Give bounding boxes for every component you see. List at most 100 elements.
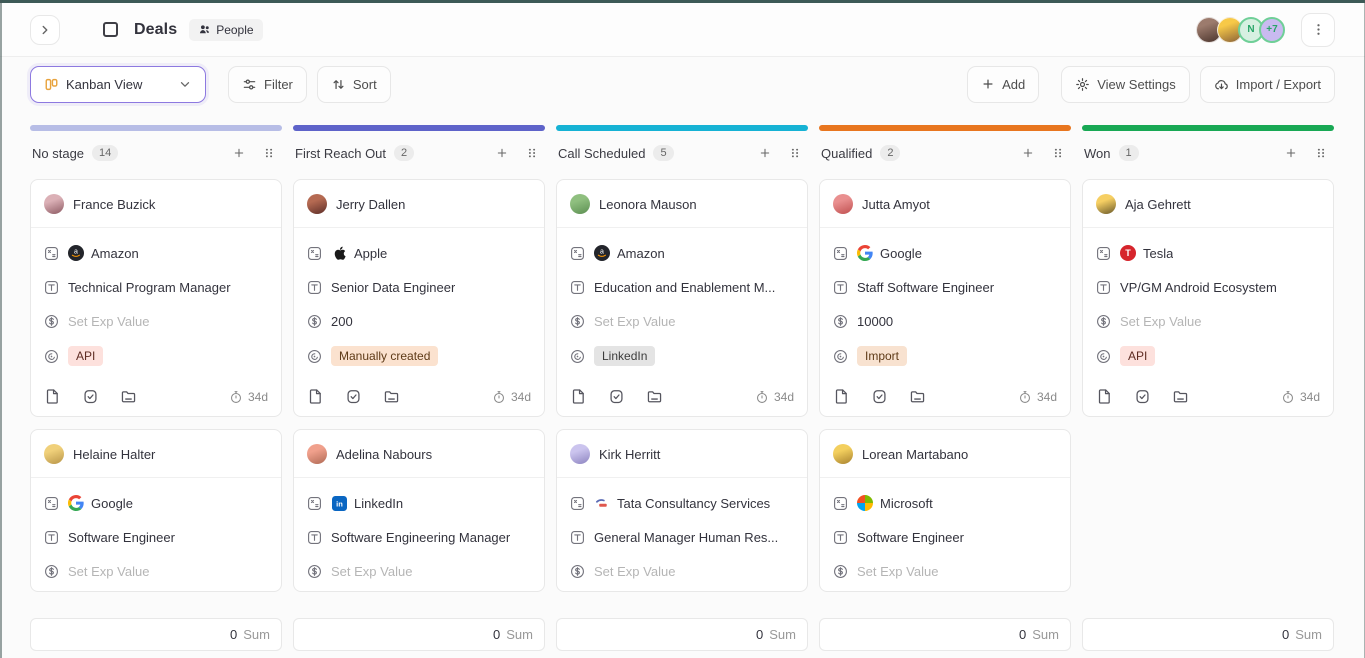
- deal-card[interactable]: Leonora MausonaAmazonEducation and Enabl…: [556, 179, 808, 417]
- attachments-icon: [120, 388, 137, 405]
- column-sum-footer[interactable]: 0Sum: [556, 618, 808, 651]
- column-add-button[interactable]: [1280, 142, 1302, 164]
- card-age: 34d: [492, 390, 531, 404]
- source-tag[interactable]: Manually created: [331, 346, 438, 366]
- workspace-members-avatars[interactable]: N+7: [1196, 17, 1285, 43]
- column-drag-handle-icon[interactable]: [258, 142, 280, 164]
- deal-card[interactable]: Jutta AmyotGoogleStaff Software Engineer…: [819, 179, 1071, 417]
- page-menu-button[interactable]: [1301, 13, 1335, 47]
- column-sum-footer[interactable]: 0Sum: [30, 618, 282, 651]
- deal-card[interactable]: Adelina NaboursinLinkedInSoftware Engine…: [293, 429, 545, 592]
- text-icon: [44, 530, 59, 545]
- tasks-button[interactable]: [871, 388, 888, 405]
- add-record-button[interactable]: Add: [967, 66, 1039, 103]
- filter-button[interactable]: Filter: [228, 66, 307, 103]
- column-add-button[interactable]: [754, 142, 776, 164]
- deal-card[interactable]: Helaine HalterGoogleSoftware EngineerSet…: [30, 429, 282, 592]
- source-field-row: API: [44, 346, 268, 366]
- source-tag[interactable]: LinkedIn: [594, 346, 655, 366]
- deal-card[interactable]: Jerry DallenAppleSenior Data Engineer200…: [293, 179, 545, 417]
- column-add-button[interactable]: [491, 142, 513, 164]
- deal-card[interactable]: Aja GehrettTTeslaVP/GM Android Ecosystem…: [1082, 179, 1334, 417]
- attachments-button[interactable]: [383, 388, 400, 405]
- attachments-button[interactable]: [1172, 388, 1189, 405]
- attachments-button[interactable]: [909, 388, 926, 405]
- company-chip[interactable]: Microsoft: [857, 495, 933, 511]
- card-exp-value[interactable]: Set Exp Value: [594, 314, 675, 329]
- card-exp-value[interactable]: Set Exp Value: [331, 564, 412, 579]
- column-drag-handle-icon[interactable]: [521, 142, 543, 164]
- avatar: [44, 194, 64, 214]
- view-settings-button[interactable]: View Settings: [1061, 66, 1190, 103]
- card-exp-value[interactable]: Set Exp Value: [68, 314, 149, 329]
- company-chip[interactable]: inLinkedIn: [331, 495, 403, 511]
- grip-icon: [788, 146, 802, 160]
- deal-card[interactable]: France BuzickaAmazonTechnical Program Ma…: [30, 179, 282, 417]
- sort-button[interactable]: Sort: [317, 66, 391, 103]
- avatar[interactable]: +7: [1259, 17, 1285, 43]
- company-chip[interactable]: TTesla: [1120, 245, 1173, 261]
- kanban-view-icon: [44, 77, 59, 92]
- notes-button[interactable]: [570, 388, 587, 405]
- tasks-button[interactable]: [608, 388, 625, 405]
- text-icon: [833, 280, 848, 295]
- tasks-button[interactable]: [1134, 388, 1151, 405]
- text-icon: [833, 530, 848, 545]
- card-exp-value[interactable]: Set Exp Value: [857, 564, 938, 579]
- notes-icon: [1096, 388, 1113, 405]
- import-export-button[interactable]: Import / Export: [1200, 66, 1335, 103]
- relation-icon: [833, 246, 848, 261]
- source-tag[interactable]: API: [68, 346, 103, 366]
- sum-label: Sum: [243, 627, 270, 642]
- exp-value-field-row: Set Exp Value: [570, 312, 794, 330]
- column-drag-handle-icon[interactable]: [784, 142, 806, 164]
- deal-card[interactable]: Kirk HerrittTata Consultancy ServicesGen…: [556, 429, 808, 592]
- cloud-download-icon: [1214, 77, 1229, 92]
- timer-icon: [229, 390, 243, 404]
- card-exp-value[interactable]: Set Exp Value: [68, 564, 149, 579]
- company-chip[interactable]: Apple: [331, 245, 387, 261]
- job-title-field-row: General Manager Human Res...: [570, 528, 794, 546]
- company-chip[interactable]: Tata Consultancy Services: [594, 495, 770, 511]
- relation-icon: [570, 246, 585, 261]
- card-exp-value[interactable]: 200: [331, 314, 353, 329]
- card-exp-value[interactable]: Set Exp Value: [594, 564, 675, 579]
- tasks-button[interactable]: [345, 388, 362, 405]
- tasks-button[interactable]: [82, 388, 99, 405]
- column-sum-footer[interactable]: 0Sum: [1082, 618, 1334, 651]
- notes-button[interactable]: [1096, 388, 1113, 405]
- column-add-button[interactable]: [228, 142, 250, 164]
- svg-text:a: a: [600, 249, 604, 256]
- source-tag[interactable]: API: [1120, 346, 1155, 366]
- notes-button[interactable]: [307, 388, 324, 405]
- view-switcher-dropdown[interactable]: Kanban View: [30, 66, 206, 103]
- view-switcher-label: Kanban View: [66, 77, 142, 92]
- column-sum-footer[interactable]: 0Sum: [819, 618, 1071, 651]
- relation-icon: [833, 496, 848, 511]
- notes-button[interactable]: [44, 388, 61, 405]
- company-chip[interactable]: Google: [68, 495, 133, 511]
- related-object-chip-people[interactable]: People: [189, 19, 262, 41]
- attachments-button[interactable]: [120, 388, 137, 405]
- source-tag[interactable]: Import: [857, 346, 907, 366]
- grip-icon: [525, 146, 539, 160]
- text-icon: [570, 280, 585, 295]
- card-exp-value[interactable]: Set Exp Value: [1120, 314, 1201, 329]
- card-exp-value[interactable]: 10000: [857, 314, 893, 329]
- attachments-button[interactable]: [646, 388, 663, 405]
- column-drag-handle-icon[interactable]: [1310, 142, 1332, 164]
- relation-icon: [307, 246, 322, 261]
- company-chip[interactable]: aAmazon: [594, 245, 665, 261]
- deal-card[interactable]: Lorean MartabanoMicrosoftSoftware Engine…: [819, 429, 1071, 592]
- expand-sidebar-button[interactable]: [30, 15, 60, 45]
- company-chip[interactable]: Google: [857, 245, 922, 261]
- notes-button[interactable]: [833, 388, 850, 405]
- column-sum-footer[interactable]: 0Sum: [293, 618, 545, 651]
- column-add-button[interactable]: [1017, 142, 1039, 164]
- chevron-right-icon: [38, 23, 52, 37]
- avatar: [44, 444, 64, 464]
- company-chip[interactable]: aAmazon: [68, 245, 139, 261]
- column-drag-handle-icon[interactable]: [1047, 142, 1069, 164]
- job-title-field-row: Software Engineer: [44, 528, 268, 546]
- card-job-title: Software Engineering Manager: [331, 530, 510, 545]
